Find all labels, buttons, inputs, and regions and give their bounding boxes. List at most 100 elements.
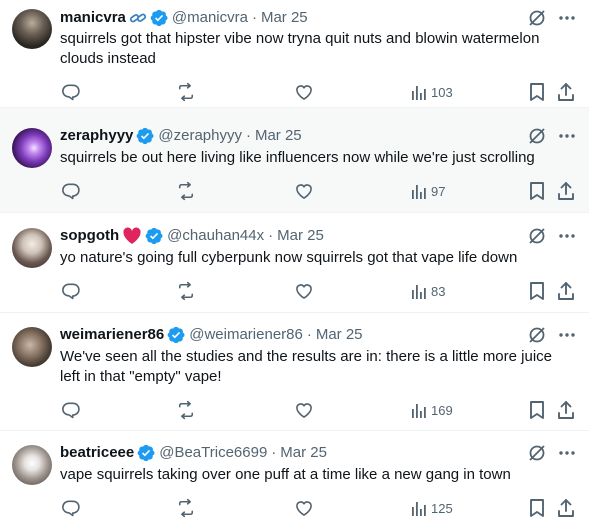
- reply-icon[interactable]: [61, 81, 81, 103]
- action-bar: 97: [56, 180, 579, 202]
- avatar[interactable]: [12, 128, 52, 168]
- like-icon[interactable]: [294, 81, 314, 103]
- avatar[interactable]: [12, 445, 52, 485]
- views-count: 169: [431, 402, 453, 418]
- timestamp[interactable]: Mar 25: [255, 126, 302, 146]
- avatar[interactable]: [12, 9, 52, 49]
- views-count: 125: [431, 500, 453, 516]
- grok-icon[interactable]: [527, 443, 547, 463]
- display-name[interactable]: sopgoth: [60, 226, 119, 246]
- repost-icon[interactable]: [176, 497, 196, 519]
- separator: ·: [251, 9, 257, 26]
- views-stat[interactable]: 83: [411, 280, 445, 302]
- red-heart-icon: [122, 227, 142, 245]
- views-stat[interactable]: 103: [411, 81, 453, 103]
- display-name[interactable]: zeraphyyy: [60, 126, 133, 146]
- action-bar: 103: [56, 81, 579, 103]
- action-bar: 169: [56, 399, 579, 421]
- handle[interactable]: @BeaTrice6699: [159, 443, 267, 463]
- more-options-icon[interactable]: [557, 443, 577, 463]
- timestamp[interactable]: Mar 25: [277, 226, 324, 246]
- verified-badge-icon: [150, 9, 168, 27]
- repost-icon[interactable]: [176, 81, 196, 103]
- separator: ·: [306, 326, 312, 343]
- tweet[interactable]: weimariener86 @weimariener86 · Mar 25 We…: [0, 313, 589, 431]
- views-count: 97: [431, 183, 446, 199]
- tweet[interactable]: zeraphyyy @zeraphyyy · Mar 25 squirrels …: [0, 108, 589, 213]
- bookmark-icon[interactable]: [528, 180, 546, 202]
- display-name[interactable]: beatriceee: [60, 443, 134, 463]
- like-icon[interactable]: [294, 180, 314, 202]
- like-icon[interactable]: [294, 399, 314, 421]
- tweet-header: zeraphyyy @zeraphyyy · Mar 25: [60, 126, 519, 146]
- views-count: 83: [431, 283, 446, 299]
- more-options-icon[interactable]: [557, 226, 577, 246]
- views-count: 103: [431, 84, 453, 100]
- grok-icon[interactable]: [527, 8, 547, 28]
- timestamp[interactable]: Mar 25: [280, 443, 327, 463]
- verified-badge-icon: [145, 227, 163, 245]
- reply-feed: manicvra @manicvra · Mar 25 squirrels go…: [0, 0, 589, 525]
- repost-icon[interactable]: [176, 399, 196, 421]
- grok-icon[interactable]: [527, 126, 547, 146]
- views-icon: [411, 83, 427, 101]
- more-options-icon[interactable]: [557, 126, 577, 146]
- views-stat[interactable]: 169: [411, 399, 453, 421]
- separator: ·: [245, 127, 251, 144]
- views-stat[interactable]: 97: [411, 180, 445, 202]
- timestamp[interactable]: Mar 25: [261, 8, 308, 28]
- repost-icon[interactable]: [176, 180, 196, 202]
- more-options-icon[interactable]: [557, 325, 577, 345]
- share-icon[interactable]: [556, 399, 576, 421]
- views-icon: [411, 282, 427, 300]
- like-icon[interactable]: [294, 280, 314, 302]
- bookmark-icon[interactable]: [528, 399, 546, 421]
- action-bar: 83: [56, 280, 579, 302]
- views-icon: [411, 401, 427, 419]
- tweet[interactable]: beatriceee @BeaTrice6699 · Mar 25 vape s…: [0, 431, 589, 525]
- handle[interactable]: @chauhan44x: [167, 226, 264, 246]
- timestamp[interactable]: Mar 25: [316, 325, 363, 345]
- display-name[interactable]: weimariener86: [60, 325, 164, 345]
- like-icon[interactable]: [294, 497, 314, 519]
- tweet-text: yo nature's going full cyberpunk now squ…: [60, 249, 518, 266]
- share-icon[interactable]: [556, 81, 576, 103]
- share-icon[interactable]: [556, 280, 576, 302]
- bookmark-icon[interactable]: [528, 497, 546, 519]
- reply-icon[interactable]: [61, 180, 81, 202]
- grok-icon[interactable]: [527, 325, 547, 345]
- tweet-text: squirrels be out here living like influe…: [60, 149, 535, 166]
- tweet-header: weimariener86 @weimariener86 · Mar 25: [60, 325, 519, 345]
- share-icon[interactable]: [556, 180, 576, 202]
- tweet-text: vape squirrels taking over one puff at a…: [60, 466, 511, 483]
- display-name[interactable]: manicvra: [60, 8, 126, 28]
- tweet-text: squirrels got that hipster vibe now tryn…: [60, 30, 540, 67]
- avatar[interactable]: [12, 327, 52, 367]
- repost-icon[interactable]: [176, 280, 196, 302]
- grok-icon[interactable]: [527, 226, 547, 246]
- chain-link-icon: [129, 10, 147, 26]
- verified-badge-icon: [137, 444, 155, 462]
- separator: ·: [271, 444, 277, 461]
- reply-icon[interactable]: [61, 280, 81, 302]
- tweet[interactable]: manicvra @manicvra · Mar 25 squirrels go…: [0, 0, 589, 108]
- tweet[interactable]: sopgoth @chauhan44x · Mar 25 yo nature's…: [0, 213, 589, 313]
- bookmark-icon[interactable]: [528, 280, 546, 302]
- separator: ·: [268, 227, 274, 244]
- handle[interactable]: @zeraphyyy: [158, 126, 242, 146]
- tweet-header: beatriceee @BeaTrice6699 · Mar 25: [60, 443, 519, 463]
- tweet-text: We've seen all the studies and the resul…: [60, 348, 553, 385]
- views-stat[interactable]: 125: [411, 497, 453, 519]
- verified-badge-icon: [167, 326, 185, 344]
- handle[interactable]: @weimariener86: [189, 325, 303, 345]
- tweet-header: manicvra @manicvra · Mar 25: [60, 8, 519, 28]
- avatar[interactable]: [12, 228, 52, 268]
- share-icon[interactable]: [556, 497, 576, 519]
- views-icon: [411, 182, 427, 200]
- handle[interactable]: @manicvra: [172, 8, 248, 28]
- reply-icon[interactable]: [61, 399, 81, 421]
- bookmark-icon[interactable]: [528, 81, 546, 103]
- views-icon: [411, 499, 427, 517]
- reply-icon[interactable]: [61, 497, 81, 519]
- more-options-icon[interactable]: [557, 8, 577, 28]
